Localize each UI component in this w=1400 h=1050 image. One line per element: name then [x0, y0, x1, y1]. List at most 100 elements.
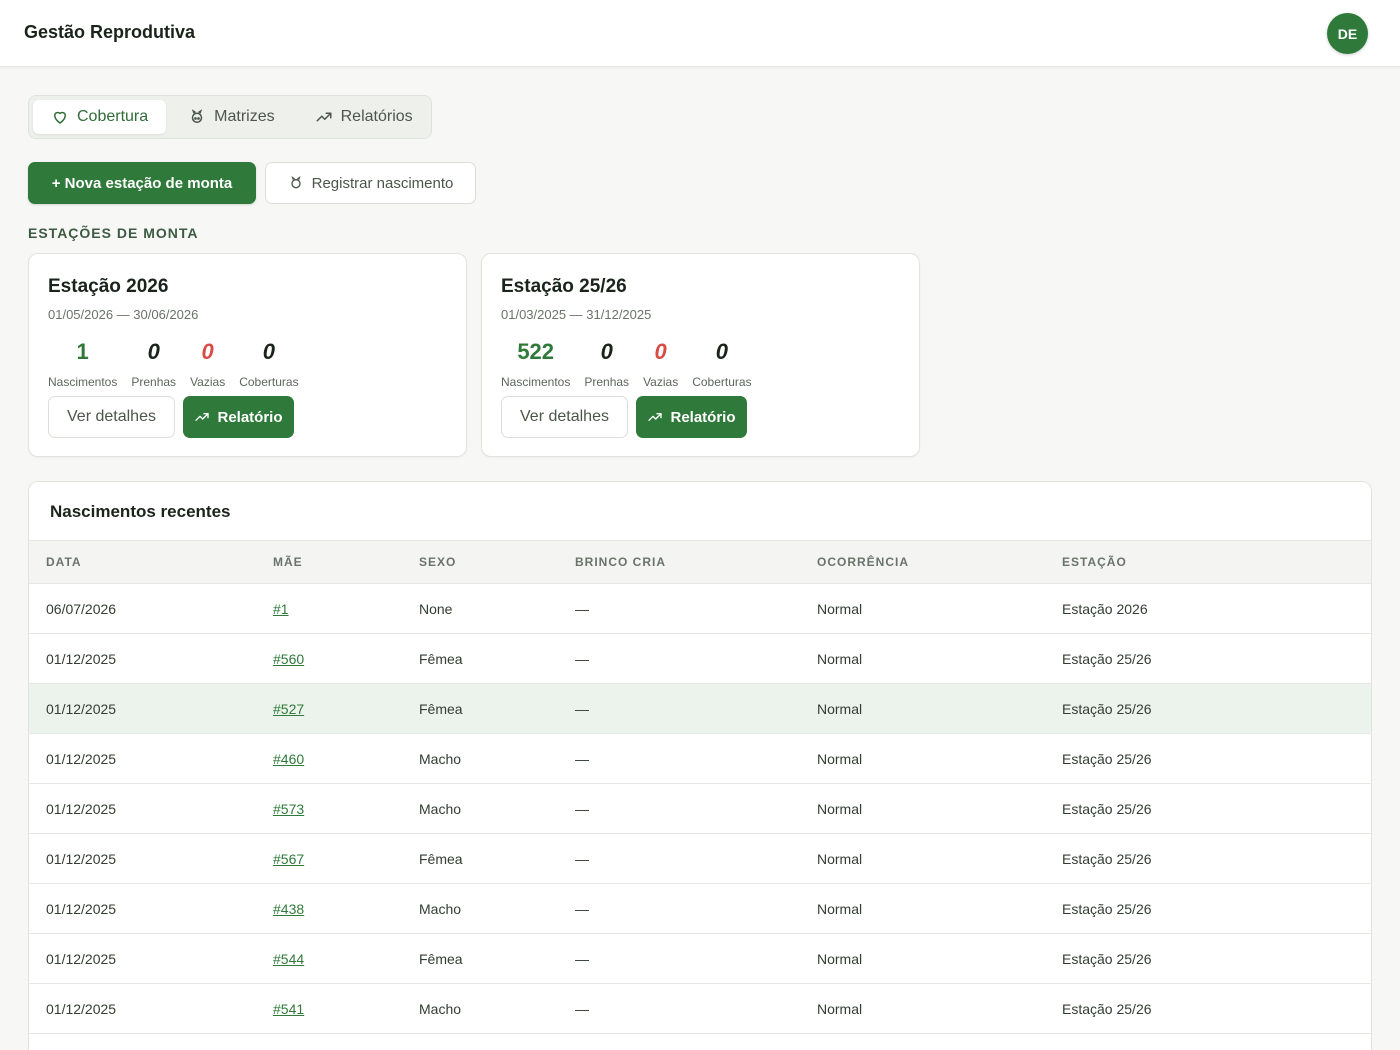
- station-dates: 01/05/2026 — 30/06/2026: [48, 307, 199, 322]
- tab-label: Cobertura: [77, 108, 149, 125]
- top-bar: Gestão Reprodutiva DE: [0, 0, 1400, 67]
- view-details-button[interactable]: Ver detalhes: [501, 396, 628, 438]
- cell-sexo: Fêmea: [419, 833, 575, 884]
- cell-data: 01/12/2025: [29, 783, 273, 834]
- cell-mae: #541: [273, 983, 419, 1034]
- cell-mae: #460: [273, 733, 419, 784]
- recent-births-card: Nascimentos recentes DATA MÃE SEXO BRINC…: [28, 481, 1372, 1050]
- cell-brinco: —: [575, 883, 817, 934]
- heart-icon: [54, 111, 66, 124]
- mae-link[interactable]: #560: [273, 651, 304, 667]
- stat-label: Vazias: [643, 375, 679, 389]
- stat-vazias: 0 Vazias: [643, 338, 678, 389]
- table-row[interactable]: 01/12/2025 #567 Fêmea — Normal Estação 2…: [29, 833, 1371, 884]
- stat-prenhas: 0 Prenhas: [584, 338, 629, 389]
- mae-link[interactable]: #567: [273, 851, 304, 867]
- table-row[interactable]: 01/12/2025 #541 Macho — Normal Estação 2…: [29, 983, 1371, 1034]
- station-stats: 522 Nascimentos 0 Prenhas 0 Vazias 0 Cob…: [501, 338, 752, 389]
- table-row[interactable]: 01/12/2025 #573 Macho — Normal Estação 2…: [29, 783, 1371, 834]
- cell-ocorrencia: Normal: [817, 983, 1062, 1034]
- cell-estacao: Estação 25/26: [1062, 833, 1371, 884]
- cell-data: 06/07/2026: [29, 583, 273, 634]
- tab-label: Relatórios: [340, 108, 413, 125]
- cell-ocorrencia: Normal: [817, 833, 1062, 884]
- stat-value: 0: [262, 339, 276, 364]
- tab-matrizes[interactable]: Matrizes: [170, 100, 292, 134]
- app-title: Gestão Reprodutiva: [24, 22, 196, 42]
- mae-link[interactable]: #544: [273, 951, 304, 967]
- new-station-button[interactable]: + Nova estação de monta: [28, 162, 256, 204]
- cell-brinco: —: [575, 933, 817, 984]
- mae-link[interactable]: #541: [273, 1001, 304, 1017]
- stat-value: 0: [654, 339, 667, 364]
- stat-label: Coberturas: [239, 375, 299, 389]
- cell-sexo: Macho: [419, 983, 575, 1034]
- cell-data: 01/12/2025: [29, 983, 273, 1034]
- view-details-button[interactable]: Ver detalhes: [48, 396, 175, 438]
- cell-mae: #1: [273, 583, 419, 634]
- cell-sexo: None: [419, 583, 575, 634]
- cell-data: 01/12/2025: [29, 933, 273, 984]
- cell-brinco: —: [575, 783, 817, 834]
- cell-data: 01/12/2025: [29, 733, 273, 784]
- cell-estacao: Estação 25/26: [1062, 783, 1371, 834]
- cell-mae: #438: [273, 883, 419, 934]
- cell-estacao: Estação 25/26: [1062, 933, 1371, 984]
- station-dates: 01/03/2025 — 31/12/2025: [501, 307, 652, 322]
- stat-vazias: 0 Vazias: [190, 338, 225, 389]
- col-header-estacao[interactable]: ESTAÇÃO: [1062, 540, 1371, 584]
- cell-mae: #544: [273, 933, 419, 984]
- tab-cobertura[interactable]: Cobertura: [33, 100, 167, 134]
- cell-sexo: Macho: [419, 733, 575, 784]
- col-header-data[interactable]: DATA: [29, 540, 273, 584]
- table-row[interactable]: 01/12/2025 #544 Fêmea — Normal Estação 2…: [29, 933, 1371, 984]
- col-header-sexo[interactable]: SEXO: [419, 540, 575, 584]
- mae-link[interactable]: #438: [273, 901, 304, 917]
- cell-brinco: —: [575, 833, 817, 884]
- cell-sexo: Fêmea: [419, 633, 575, 684]
- cell-estacao: Estação 25/26: [1062, 733, 1371, 784]
- register-birth-button[interactable]: Registrar nascimento: [265, 162, 476, 204]
- table-row[interactable]: 06/07/2026 #1 None — Normal Estação 2026: [29, 583, 1371, 634]
- section-label: ESTAÇÕES DE MONTA: [28, 225, 199, 241]
- mae-link[interactable]: #573: [273, 801, 304, 817]
- report-button[interactable]: Relatório: [636, 396, 747, 438]
- trending-up-icon: [195, 413, 210, 421]
- station-title: Estação 25/26: [501, 276, 627, 297]
- stat-nascimentos: 1 Nascimentos: [48, 338, 117, 389]
- col-header-mae[interactable]: MÃE: [273, 540, 419, 584]
- register-birth-label: Registrar nascimento: [311, 174, 454, 192]
- mae-link[interactable]: #1: [273, 601, 289, 617]
- cell-data: 01/12/2025: [29, 833, 273, 884]
- stat-value: 0: [147, 339, 160, 364]
- cell-estacao: Estação 25/26: [1062, 683, 1371, 734]
- table-row[interactable]: 01/12/2025 #560 Fêmea — Normal Estação 2…: [29, 633, 1371, 684]
- cell-brinco: —: [575, 583, 817, 634]
- table-row[interactable]: 01/12/2025 #460 Macho — Normal Estação 2…: [29, 733, 1371, 784]
- table-title: Nascimentos recentes: [50, 502, 231, 521]
- stat-nascimentos: 522 Nascimentos: [501, 338, 570, 389]
- mae-link[interactable]: #460: [273, 751, 304, 767]
- tab-relatorios[interactable]: Relatórios: [297, 100, 431, 134]
- cell-data: 01/12/2025: [29, 883, 273, 934]
- tab-label: Matrizes: [214, 108, 275, 125]
- stat-label: Prenhas: [584, 375, 630, 389]
- tab-bar: Cobertura Matrizes Relatórios: [28, 95, 432, 139]
- mae-link[interactable]: #527: [273, 701, 304, 717]
- station-card: Estação 25/26 01/03/2025 — 31/12/2025 52…: [481, 253, 920, 457]
- pig-icon: [290, 176, 301, 189]
- trending-up-icon: [316, 112, 332, 122]
- col-header-brinco[interactable]: BRINCO CRIA: [575, 540, 817, 584]
- stat-label: Coberturas: [692, 375, 752, 389]
- report-label: Relatório: [217, 408, 283, 426]
- table-row[interactable]: 01/12/2025 #438 Macho — Normal Estação 2…: [29, 883, 1371, 934]
- cell-estacao: Estação 2026: [1062, 583, 1371, 634]
- trending-up-icon: [648, 413, 663, 421]
- report-button[interactable]: Relatório: [183, 396, 294, 438]
- table-header-row: DATA MÃE SEXO BRINCO CRIA OCORRÊNCIA EST…: [29, 540, 1371, 584]
- col-header-ocorrencia[interactable]: OCORRÊNCIA: [817, 540, 1062, 584]
- table-row[interactable]: 01/12/2025 #527 Fêmea — Normal Estação 2…: [29, 683, 1371, 734]
- avatar[interactable]: DE: [1327, 13, 1368, 54]
- cell-estacao: Estação 25/26: [1062, 883, 1371, 934]
- cell-brinco: —: [575, 683, 817, 734]
